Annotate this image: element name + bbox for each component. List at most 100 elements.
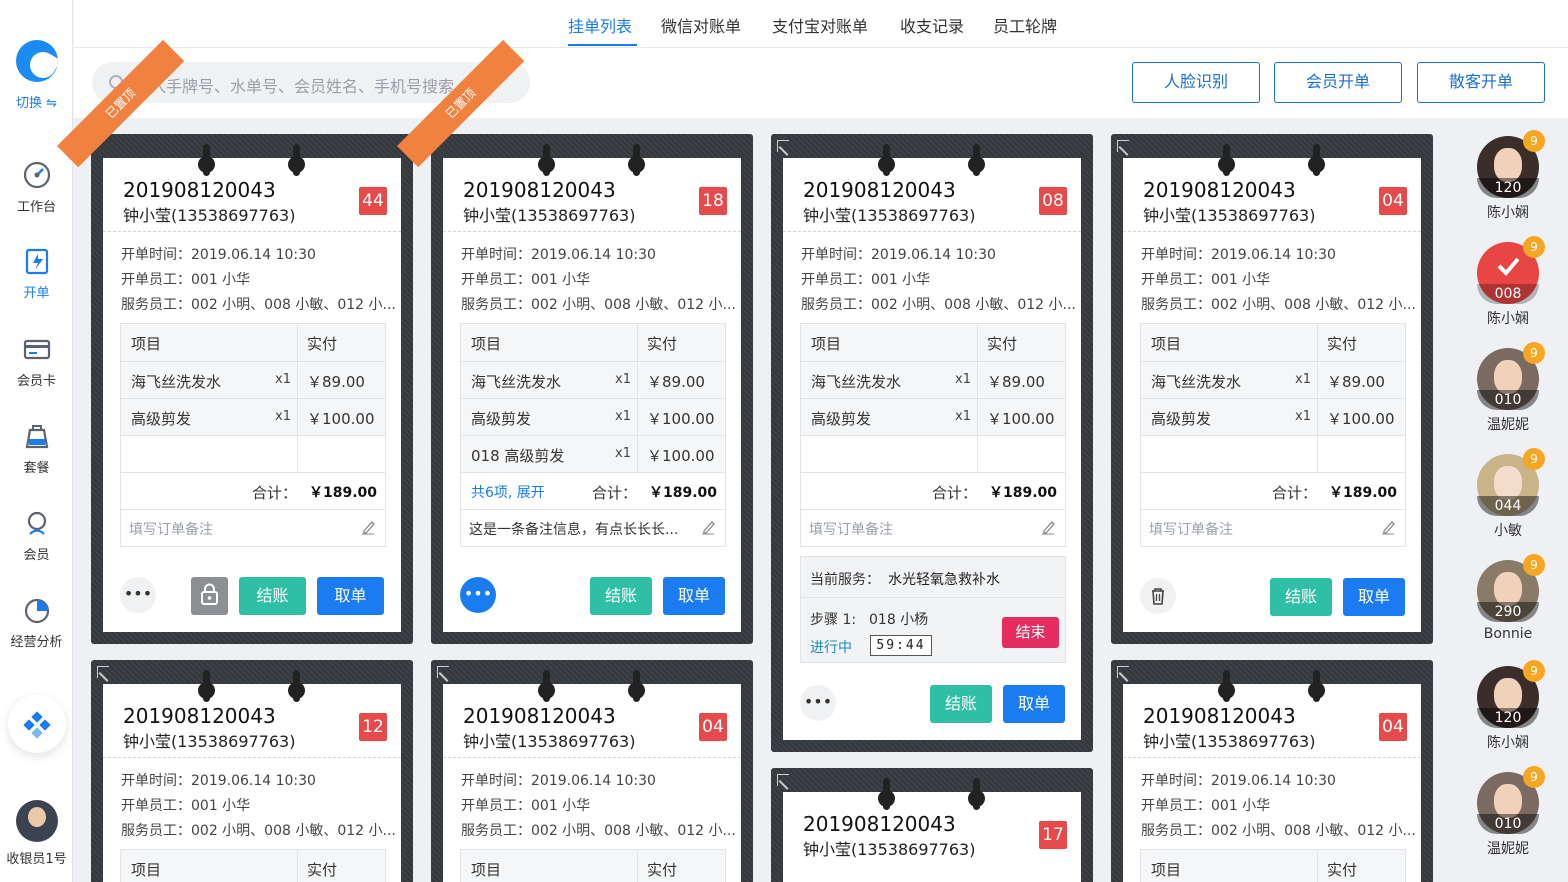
end-service-button[interactable]: 结束 xyxy=(1002,617,1059,648)
item-price: ￥89.00 xyxy=(307,373,365,391)
checkout-button[interactable]: 结账 xyxy=(930,685,992,723)
checkout-button[interactable]: 结账 xyxy=(239,577,306,615)
sidebar-item-analysis[interactable]: 经营分析 xyxy=(0,595,73,650)
staff-name: 陈小娴 xyxy=(1487,311,1529,327)
item-name: 海飞丝洗发水 xyxy=(131,373,222,391)
edit-icon[interactable] xyxy=(1381,519,1395,535)
checkout-button[interactable]: 结账 xyxy=(590,577,652,615)
sidebar-item-package[interactable]: 套餐 xyxy=(0,421,73,476)
order-card[interactable]: 201908120043 钟小莹(13538697763) 08 开单时间：20… xyxy=(771,134,1093,752)
open-time: 开单时间：2019.06.14 10:30 xyxy=(801,247,996,263)
take-order-button[interactable]: 取单 xyxy=(317,577,384,615)
order-number: 201908120043 xyxy=(463,178,616,202)
order-card[interactable]: 201908120043 钟小莹(13538697763) 04 开单时间：20… xyxy=(431,660,753,882)
edit-icon[interactable] xyxy=(701,519,715,535)
switch-store-link[interactable]: 切换 ⇋ xyxy=(0,92,73,111)
sidebar-item-dashboard[interactable]: 工作台 xyxy=(0,160,73,215)
hand-tag-badge: 18 xyxy=(699,187,727,215)
collapse-icon[interactable] xyxy=(97,666,109,678)
table-header: 项目 实付 xyxy=(461,324,725,361)
collapse-icon[interactable] xyxy=(437,666,449,678)
staff-item[interactable]: 010 9 温妮妮 xyxy=(1470,342,1546,434)
staff-item[interactable]: 290 9 Bonnie xyxy=(1470,554,1546,642)
staff-number: 044 xyxy=(1477,496,1539,516)
cashier-avatar[interactable] xyxy=(16,800,58,842)
service-staff: 服务员工：002 小明、008 小敏、012 小... xyxy=(461,823,736,839)
hand-tag-badge: 04 xyxy=(1379,187,1407,215)
order-card[interactable]: 201908120043 钟小莹(13538697763) 04 开单时间：20… xyxy=(1111,134,1433,644)
divider xyxy=(443,757,741,758)
order-card[interactable]: 201908120043 钟小莹(13538697763) 18 开单时间：20… xyxy=(397,39,753,644)
remark-field[interactable]: 这是一条备注信息，有点长长长... xyxy=(461,509,725,546)
open-time: 开单时间：2019.06.14 10:30 xyxy=(121,773,316,789)
status-in-progress: 进行中 xyxy=(810,640,852,656)
item-qty: x1 xyxy=(955,409,971,424)
total-value: ￥189.00 xyxy=(309,485,378,501)
edit-icon[interactable] xyxy=(361,519,375,535)
remark-field[interactable]: 填写订单备注 xyxy=(1141,509,1405,546)
member-icon xyxy=(27,511,46,535)
open-staff: 开单员工：001 小华 xyxy=(1141,798,1271,814)
more-button[interactable]: ••• xyxy=(800,685,836,721)
order-items-table: 项目 实付 海飞丝洗发水 x1 ￥89.00 高级剪发 x1 ￥100.00 合计： ￥18… xyxy=(120,323,386,547)
collapse-icon[interactable] xyxy=(1117,140,1129,152)
staff-item[interactable]: 120 9 陈小娴 xyxy=(1470,130,1546,222)
remark-field[interactable]: 填写订单备注 xyxy=(801,509,1065,546)
sidebar-item-open-order[interactable]: 开单 xyxy=(0,246,73,301)
item-price: ￥100.00 xyxy=(307,410,375,428)
binder-ring xyxy=(1218,670,1235,702)
tab-income-expense[interactable]: 收支记录 xyxy=(900,13,964,37)
take-order-button[interactable]: 取单 xyxy=(1343,578,1405,616)
tab-staff-rotation[interactable]: 员工轮牌 xyxy=(993,13,1057,37)
order-card[interactable]: 201908120043 钟小莹(13538697763) 04 开单时间：20… xyxy=(1111,660,1433,882)
binder-ring xyxy=(198,670,215,702)
take-order-button[interactable]: 取单 xyxy=(663,577,725,615)
sidebar-item-member[interactable]: 会员 xyxy=(0,508,73,563)
lock-icon xyxy=(201,583,218,605)
staff-name: 陈小娴 xyxy=(1487,735,1529,751)
member-order-button[interactable]: 会员开单 xyxy=(1274,62,1402,103)
current-service-panel: 当前服务： 水光轻氧急救补水 步骤 1: 018 小杨 进行中 59:44 结束 xyxy=(800,556,1066,663)
tab-wechat-statement[interactable]: 微信对账单 xyxy=(661,13,741,37)
face-recognition-button[interactable]: 人脸识别 xyxy=(1132,62,1260,103)
staff-item-selected[interactable]: 008 9 陈小娴 xyxy=(1470,236,1546,328)
col-paid: 实付 xyxy=(1327,335,1358,353)
delete-button[interactable] xyxy=(1140,578,1176,614)
more-button[interactable]: ••• xyxy=(460,577,496,613)
collapse-icon[interactable] xyxy=(777,774,789,786)
staff-name: 温妮妮 xyxy=(1487,841,1529,857)
hand-tag-badge: 08 xyxy=(1039,187,1067,215)
order-number: 201908120043 xyxy=(123,704,276,728)
col-paid: 实付 xyxy=(647,335,678,353)
take-order-button[interactable]: 取单 xyxy=(1003,685,1065,723)
open-time: 开单时间：2019.06.14 10:30 xyxy=(461,247,656,263)
remark-field[interactable]: 填写订单备注 xyxy=(121,509,385,546)
collapse-icon[interactable] xyxy=(777,140,789,152)
more-button[interactable]: ••• xyxy=(120,577,156,613)
order-card[interactable]: 201908120043 钟小莹(13538697763) 12 开单时间：20… xyxy=(91,660,413,882)
order-number: 201908120043 xyxy=(1143,178,1296,202)
quick-menu-button[interactable] xyxy=(8,695,66,753)
tab-pending-orders[interactable]: 挂单列表 xyxy=(568,13,632,37)
open-time: 开单时间：2019.06.14 10:30 xyxy=(121,247,316,263)
sidebar-item-member-card[interactable]: 会员卡 xyxy=(0,334,73,389)
open-staff: 开单员工：001 小华 xyxy=(461,798,591,814)
lock-button[interactable] xyxy=(191,577,228,615)
collapse-icon[interactable] xyxy=(1117,666,1129,678)
binder-ring xyxy=(538,144,555,176)
order-card[interactable]: 201908120043 钟小莹(13538697763) 17 xyxy=(771,768,1093,882)
staff-item[interactable]: 120 9 陈小娴 xyxy=(1470,660,1546,752)
expand-items-link[interactable]: 共6项, 展开 xyxy=(471,482,545,502)
edit-icon[interactable] xyxy=(1041,519,1055,535)
checkout-button[interactable]: 结账 xyxy=(1270,578,1332,616)
open-time: 开单时间：2019.06.14 10:30 xyxy=(1141,247,1336,263)
item-name: 高级剪发 xyxy=(1151,410,1212,428)
item-qty: x1 xyxy=(955,372,971,387)
tab-alipay-statement[interactable]: 支付宝对账单 xyxy=(772,13,868,37)
order-items-table: 项目 实付 海飞丝洗发水 x1 ￥89.00 高级剪发 x1 ￥100.00 018 高级… xyxy=(460,323,726,547)
guest-order-button[interactable]: 散客开单 xyxy=(1417,62,1545,103)
staff-item[interactable]: 044 9 小敏 xyxy=(1470,448,1546,540)
staff-item[interactable]: 010 9 温妮妮 xyxy=(1470,766,1546,858)
divider xyxy=(103,231,401,232)
order-card[interactable]: 201908120043 钟小莹(13538697763) 44 开单时间：20… xyxy=(57,39,413,644)
